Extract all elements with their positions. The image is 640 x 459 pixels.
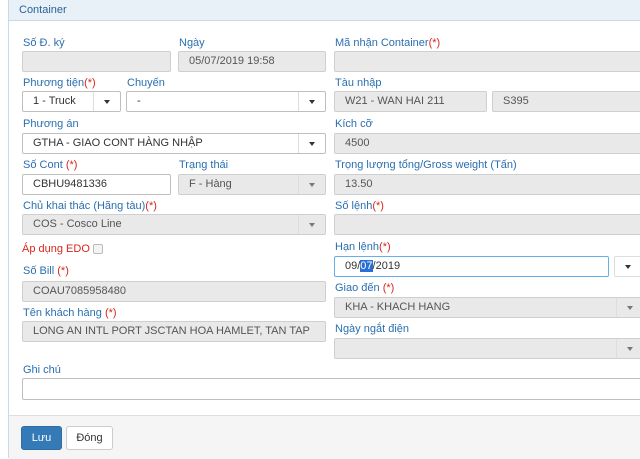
chevron-down-icon[interactable] — [298, 215, 325, 234]
ap-dung-edo-label: Áp dụng EDO — [22, 243, 90, 255]
so-dang-ky-label: Số Đ. ký — [23, 37, 65, 49]
so-lenh-label: Số lệnh(*) — [335, 200, 384, 212]
trang-thai-label: Trạng thái — [179, 159, 229, 171]
chevron-down-icon[interactable] — [93, 92, 120, 111]
ma-nhan-field[interactable] — [334, 51, 640, 72]
tau-nhap-label: Tàu nhập — [335, 77, 382, 89]
so-cont-input[interactable]: CBHU9481336 — [22, 174, 171, 195]
so-bill-field[interactable]: COAU7085958480 — [22, 281, 326, 302]
trang-thai-value: F - Hàng — [189, 178, 232, 190]
phuong-an-label: Phương án — [23, 118, 79, 130]
trong-luong-field[interactable]: 13.50 — [334, 174, 640, 195]
chevron-down-icon[interactable] — [616, 339, 640, 358]
kich-co-label: Kích cỡ — [335, 118, 373, 130]
trong-luong-label: Trọng lượng tổng/Gross weight (Tấn) — [335, 159, 517, 171]
chevron-down-icon[interactable] — [298, 92, 325, 111]
han-lenh-label: Hạn lệnh(*) — [335, 241, 391, 253]
giao-den-select[interactable]: KHA - KHACH HANG — [334, 297, 640, 318]
phuong-an-value: GTHA - GIAO CONT HÀNG NHẬP — [33, 137, 203, 149]
phuong-tien-label: Phương tiện(*) — [23, 77, 96, 89]
giao-den-label: Giao đến (*) — [335, 282, 395, 294]
han-lenh-dropdown-button[interactable] — [614, 256, 640, 277]
chuyen-label: Chuyến — [127, 77, 165, 89]
chevron-down-icon[interactable] — [298, 175, 325, 194]
ap-dung-edo-checkbox[interactable] — [93, 244, 103, 254]
form-footer: Lưu Đóng — [9, 415, 640, 459]
ngay-field[interactable]: 05/07/2019 19:58 — [178, 51, 326, 72]
ten-khach-hang-label: Tên khách hàng (*) — [23, 307, 117, 319]
ngay-ngat-dien-field[interactable] — [334, 338, 640, 359]
giao-den-value: KHA - KHACH HANG — [345, 301, 451, 313]
save-button[interactable]: Lưu — [21, 426, 62, 450]
han-lenh-date-input[interactable]: 09/07/2019 — [334, 256, 609, 277]
phuong-tien-value: 1 - Truck — [33, 95, 76, 107]
ten-khach-hang-field[interactable]: LONG AN INTL PORT JSCTAN HOA HAMLET, TAN… — [22, 321, 326, 342]
chuyen-select[interactable]: - — [126, 91, 326, 112]
chuyen-value: - — [137, 95, 141, 107]
han-lenh-prefix: 09/ — [345, 260, 361, 272]
so-cont-label: Số Cont (*) — [23, 159, 78, 171]
tau-nhap-voyage-field[interactable]: S395 — [492, 91, 640, 112]
panel-title: Container — [19, 4, 67, 16]
container-panel: Container Số Đ. ký Ngày 05/07/2019 19:58… — [8, 0, 640, 459]
ngay-label: Ngày — [179, 37, 205, 49]
so-lenh-field[interactable] — [334, 214, 640, 235]
phuong-an-select[interactable]: GTHA - GIAO CONT HÀNG NHẬP — [22, 133, 326, 154]
chu-khai-thac-select[interactable]: COS - Cosco Line — [22, 214, 326, 235]
chu-khai-thac-value: COS - Cosco Line — [33, 218, 122, 230]
so-dang-ky-field[interactable] — [22, 51, 171, 72]
chevron-down-icon[interactable] — [298, 134, 325, 153]
ngay-ngat-dien-label: Ngày ngắt điện — [335, 323, 409, 335]
panel-header: Container — [9, 0, 640, 21]
trang-thai-select[interactable]: F - Hàng — [178, 174, 326, 195]
tau-nhap-field[interactable]: W21 - WAN HAI 211 — [334, 91, 487, 112]
chevron-down-icon[interactable] — [616, 298, 640, 317]
ghi-chu-textarea[interactable] — [22, 378, 640, 400]
han-lenh-suffix: /2019 — [372, 260, 401, 272]
kich-co-field[interactable]: 4500 — [334, 133, 640, 154]
chu-khai-thac-label: Chủ khai thác (Hãng tàu)(*) — [23, 200, 157, 212]
han-lenh-month-selected: 07 — [360, 260, 373, 272]
ma-nhan-label: Mã nhận Container(*) — [335, 37, 441, 49]
chevron-down-icon[interactable] — [615, 257, 640, 276]
ghi-chu-label: Ghi chú — [23, 364, 61, 376]
so-bill-label: Số Bill (*) — [23, 265, 69, 277]
close-button[interactable]: Đóng — [66, 426, 113, 450]
phuong-tien-select[interactable]: 1 - Truck — [22, 91, 121, 112]
